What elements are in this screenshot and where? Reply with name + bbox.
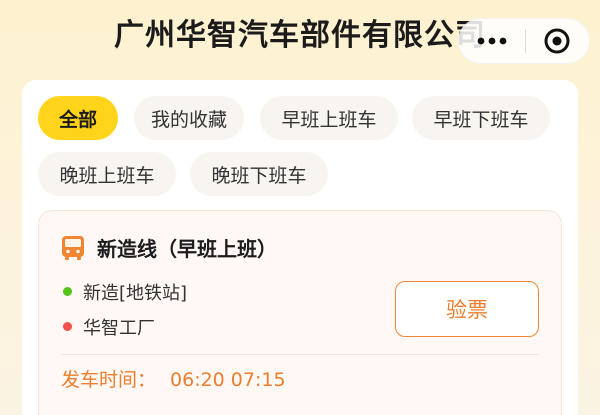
more-dots-icon xyxy=(477,37,507,45)
mini-program-capsule xyxy=(458,18,590,64)
filter-chip-morning-down[interactable]: 早班下班车 xyxy=(412,96,550,140)
start-stop-dot xyxy=(63,287,72,296)
end-stop-dot xyxy=(63,322,72,331)
departure-time: 发车时间： 06:20 07:15 xyxy=(61,365,286,392)
departure-times: 06:20 07:15 xyxy=(170,369,286,391)
start-stop: 新造[地铁站] xyxy=(83,283,188,304)
bus-icon xyxy=(62,236,84,260)
filter-chip-morning-up[interactable]: 早班上班车 xyxy=(260,96,398,140)
filter-chip-evening-down[interactable]: 晚班下班车 xyxy=(190,152,328,196)
header: 广州华智汽车部件有限公司 xyxy=(0,0,600,64)
route-card[interactable]: 新造线（早班上班） 新造[地铁站] 华智工厂 验票 发车时间： 06:20 07:… xyxy=(38,210,562,415)
card-divider xyxy=(61,354,539,355)
filter-chip-favorites[interactable]: 我的收藏 xyxy=(134,96,244,140)
departure-label: 发车时间： xyxy=(61,369,157,391)
filter-chip-evening-up[interactable]: 晚班上班车 xyxy=(38,152,176,196)
end-stop: 华智工厂 xyxy=(83,318,155,339)
route-name: 新造线（早班上班） xyxy=(97,237,277,261)
filter-chip-all[interactable]: 全部 xyxy=(38,96,118,140)
more-button[interactable] xyxy=(459,18,525,64)
check-ticket-button[interactable]: 验票 xyxy=(395,281,539,337)
close-button[interactable] xyxy=(526,18,590,64)
target-circle-icon xyxy=(544,28,570,54)
